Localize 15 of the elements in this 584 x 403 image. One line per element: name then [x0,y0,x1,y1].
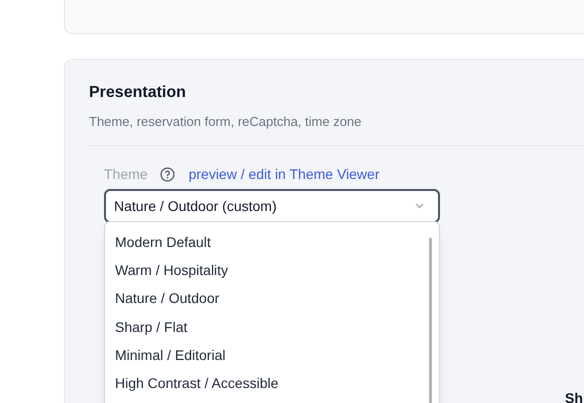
section-subtitle: Theme, reservation form, reCaptcha, time zone [89,113,362,131]
section-heading: Sh [565,389,583,403]
dropdown-option[interactable]: Nature / Outdoor [105,284,230,313]
dropdown-option[interactable]: Warm / Hospitality [105,256,238,285]
help-icon[interactable] [160,166,175,182]
dropdown-option[interactable]: High Contrast / Accessible [105,369,288,398]
field-label: Theme [104,164,148,184]
section-title: Presentation [89,83,186,103]
scrollbar[interactable] [429,238,432,403]
theme-select[interactable]: Nature / Outdoor (custom) [104,189,440,223]
dropdown-option[interactable]: Minimal / Editorial [105,341,236,370]
dropdown-option[interactable]: Modern Default [105,228,221,256]
dropdown-option[interactable]: Sharp / Flat [105,312,198,342]
chevron-down-icon [415,203,424,209]
theme-viewer-link[interactable]: preview / edit in Theme Viewer [188,164,380,184]
